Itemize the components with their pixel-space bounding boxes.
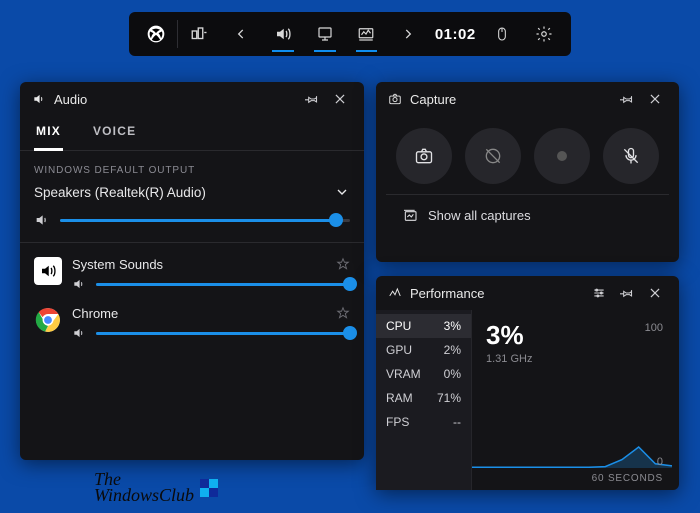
mouse-icon[interactable] (481, 14, 523, 54)
metric-row-vram[interactable]: VRAM0% (376, 362, 471, 386)
metric-row-gpu[interactable]: GPU2% (376, 338, 471, 362)
watermark: The WindowsClub (94, 472, 220, 503)
next-icon[interactable] (387, 14, 429, 54)
widgets-icon[interactable] (178, 14, 220, 54)
camera-icon (388, 92, 402, 106)
prev-icon[interactable] (220, 14, 262, 54)
output-device-name: Speakers (Realtek(R) Audio) (34, 185, 206, 200)
audio-tab-icon[interactable] (262, 14, 304, 54)
selected-metric-value: 3% (486, 320, 663, 351)
record-button[interactable] (534, 128, 590, 184)
volume-icon (72, 326, 86, 340)
metric-row-cpu[interactable]: CPU3% (376, 314, 471, 338)
app-name: Chrome (72, 306, 118, 321)
capture-tab-icon[interactable] (304, 14, 346, 54)
tab-voice[interactable]: VOICE (91, 116, 138, 150)
panel-title: Audio (54, 92, 298, 107)
chrome-icon (34, 306, 62, 334)
app-volume-slider[interactable] (96, 325, 350, 341)
panel-title: Capture (410, 92, 613, 107)
performance-metrics-list: CPU3% GPU2% VRAM0% RAM71% FPS-- (376, 310, 472, 490)
panel-title: Performance (410, 286, 585, 301)
app-name: System Sounds (72, 257, 163, 272)
app-volume-row: System Sounds (20, 243, 364, 292)
app-volume-slider[interactable] (96, 276, 350, 292)
pin-icon[interactable] (298, 85, 326, 113)
pin-icon[interactable] (613, 279, 641, 307)
windows-logo-icon (200, 479, 218, 497)
tab-mix[interactable]: MIX (34, 116, 63, 151)
performance-panel: Performance CPU3% GPU2% VRAM0% RAM71% (376, 276, 679, 490)
performance-tab-icon[interactable] (346, 14, 388, 54)
gallery-icon (402, 207, 418, 223)
show-all-captures-button[interactable]: Show all captures (386, 194, 669, 223)
star-icon[interactable] (336, 257, 350, 272)
close-icon[interactable] (641, 85, 669, 113)
volume-icon (32, 92, 46, 106)
record-last-button[interactable] (465, 128, 521, 184)
close-icon[interactable] (326, 85, 354, 113)
show-all-label: Show all captures (428, 208, 531, 223)
settings-sliders-icon[interactable] (585, 279, 613, 307)
metric-row-fps[interactable]: FPS-- (376, 410, 471, 434)
screenshot-button[interactable] (396, 128, 452, 184)
clock-readout: 01:02 (429, 14, 481, 54)
volume-icon (72, 277, 86, 291)
pin-icon[interactable] (613, 85, 641, 113)
game-bar-toolbar: 01:02 (129, 12, 571, 56)
output-section-label: WINDOWS DEFAULT OUTPUT (20, 151, 364, 184)
capture-panel: Capture Show all captures (376, 82, 679, 262)
xbox-icon[interactable] (135, 14, 177, 54)
close-icon[interactable] (641, 279, 669, 307)
app-volume-row: Chrome (20, 292, 364, 341)
selected-metric-detail: 1.31 GHz (486, 353, 663, 365)
gear-icon[interactable] (523, 14, 565, 54)
star-icon[interactable] (336, 306, 350, 321)
performance-icon (388, 286, 402, 300)
speaker-icon (34, 257, 62, 285)
metric-row-ram[interactable]: RAM71% (376, 386, 471, 410)
performance-chart (472, 398, 672, 468)
audio-tabs: MIX VOICE (20, 116, 364, 151)
mic-off-button[interactable] (603, 128, 659, 184)
volume-icon (34, 212, 50, 228)
chart-xlabel: 60 SECONDS (592, 473, 663, 484)
audio-panel: Audio MIX VOICE WINDOWS DEFAULT OUTPUT S… (20, 82, 364, 460)
chevron-down-icon[interactable] (334, 184, 350, 200)
master-volume-slider[interactable] (60, 212, 350, 228)
chart-ymin: 0 (657, 456, 663, 468)
chart-ymax: 100 (645, 322, 663, 334)
